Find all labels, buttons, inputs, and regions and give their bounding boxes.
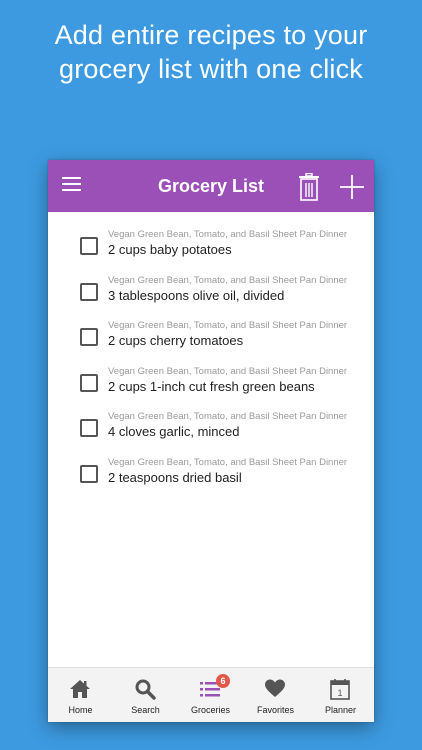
grocery-count-badge: 6 — [216, 674, 230, 688]
ingredient-text: 4 cloves garlic, minced — [108, 424, 240, 439]
tab-label: Home — [68, 705, 93, 715]
svg-text:1: 1 — [337, 688, 342, 698]
item-checkbox[interactable] — [80, 419, 98, 437]
tab-label: Favorites — [256, 705, 294, 715]
recipe-name: Vegan Green Bean, Tomato, and Basil Shee… — [108, 365, 348, 377]
headline-line-2: grocery list with one click — [59, 54, 363, 84]
grocery-item[interactable]: Vegan Green Bean, Tomato, and Basil Shee… — [48, 365, 374, 411]
calendar-icon: 1 — [330, 679, 350, 700]
grocery-list: Vegan Green Bean, Tomato, and Basil Shee… — [48, 212, 374, 501]
ingredient-text: 2 cups baby potatoes — [108, 242, 232, 257]
tab-favorites[interactable]: Favorites — [243, 668, 308, 722]
heart-icon — [265, 679, 285, 697]
app-screen: Grocery List Vegan Green Bean, Tomato, a… — [48, 160, 374, 722]
ingredient-text: 2 cups cherry tomatoes — [108, 333, 244, 348]
headline-line-1: Add entire recipes to your — [54, 20, 368, 50]
trash-icon[interactable] — [298, 173, 320, 201]
plus-icon[interactable] — [339, 174, 365, 200]
item-checkbox[interactable] — [80, 373, 98, 392]
grocery-item[interactable]: Vegan Green Bean, Tomato, and Basil Shee… — [48, 274, 374, 320]
recipe-name: Vegan Green Bean, Tomato, and Basil Shee… — [108, 229, 348, 240]
search-icon — [135, 679, 156, 700]
ingredient-text: 2 cups 1-inch cut fresh green beans — [108, 378, 315, 394]
tab-groceries[interactable]: 6 Groceries — [178, 668, 243, 722]
grocery-item[interactable]: Vegan Green Bean, Tomato, and Basil Shee… — [48, 319, 374, 365]
tab-home[interactable]: Home — [48, 668, 113, 722]
grocery-item[interactable]: Vegan Green Bean, Tomato, and Basil Shee… — [48, 410, 374, 456]
ingredient-text: 3 tablespoons olive oil, divided — [108, 287, 285, 303]
item-checkbox[interactable] — [80, 237, 98, 255]
ingredient-text: 2 teaspoons dried basil — [108, 469, 242, 485]
item-checkbox[interactable] — [80, 464, 98, 483]
recipe-name: Vegan Green Bean, Tomato, and Basil Shee… — [108, 320, 348, 331]
page-title: Grocery List — [157, 176, 265, 196]
home-icon — [70, 680, 90, 698]
item-checkbox[interactable] — [80, 328, 98, 346]
tab-planner[interactable]: 1 Planner — [308, 668, 373, 722]
item-checkbox[interactable] — [80, 282, 98, 301]
grocery-item[interactable]: Vegan Green Bean, Tomato, and Basil Shee… — [48, 228, 374, 274]
tab-label: Planner — [324, 705, 357, 715]
app-bar: Grocery List — [48, 160, 374, 212]
recipe-name: Vegan Green Bean, Tomato, and Basil Shee… — [108, 411, 348, 422]
grocery-item[interactable]: Vegan Green Bean, Tomato, and Basil Shee… — [48, 456, 374, 502]
recipe-name: Vegan Green Bean, Tomato, and Basil Shee… — [108, 274, 348, 286]
tab-label: Search — [131, 705, 160, 715]
bottom-tab-bar: Home Search 6 Groceries Favorites 1 Plan… — [48, 667, 374, 722]
tab-label: Groceries — [190, 705, 230, 715]
recipe-name: Vegan Green Bean, Tomato, and Basil Shee… — [108, 456, 348, 468]
promo-headline: Add entire recipes to your grocery list … — [0, 18, 422, 86]
tab-search[interactable]: Search — [113, 668, 178, 722]
